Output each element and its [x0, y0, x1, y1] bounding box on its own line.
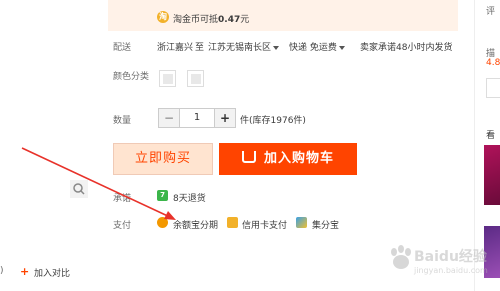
left-paren: ) — [0, 266, 4, 276]
color-option-2[interactable] — [187, 70, 204, 87]
swatch-thumb — [163, 74, 173, 84]
payment-label: 支付 — [113, 221, 132, 231]
search-icon — [73, 183, 85, 195]
payment-method-yuebao[interactable]: 余额宝分期 — [173, 218, 218, 231]
shipping-promise: 卖家承诺48小时内发货 — [360, 43, 453, 53]
shipping-fee-value: 免运费 — [309, 43, 337, 53]
shipping-origin: 浙江嘉兴 — [157, 43, 194, 53]
swatch-thumb — [191, 74, 201, 84]
yuebao-icon — [157, 217, 168, 228]
right-look-title: 看 — [486, 131, 496, 141]
quantity-label: 数量 — [113, 116, 132, 126]
plus-icon: + — [20, 265, 30, 278]
credit-card-icon — [227, 217, 238, 228]
quantity-input[interactable]: 1 — [179, 109, 215, 127]
chevron-down-icon — [338, 45, 345, 50]
watermark-text: Baidu经验 — [414, 249, 487, 265]
right-score: 4.8 — [486, 58, 500, 68]
add-compare-link[interactable]: 加入对比 — [34, 266, 70, 279]
baidu-watermark: Baidu经验 jingyan.baidu.com — [384, 242, 488, 286]
coin-amount: 0.47 — [218, 15, 241, 25]
color-option-1[interactable] — [159, 70, 176, 87]
right-top-text: 评 — [486, 7, 496, 17]
promise-text[interactable]: 8天退货 — [173, 191, 206, 204]
coin-text-suffix: 元 — [240, 15, 250, 25]
add-to-cart-label: 加入购物车 — [263, 151, 334, 166]
shipping-destination: 江苏无锡南长区 — [208, 43, 272, 53]
coin-text-prefix: 淘金币可抵 — [173, 15, 219, 25]
color-label: 颜色分类 — [113, 72, 150, 82]
watermark-sub: jingyan.baidu.com — [414, 266, 488, 275]
shipping-fee: 快递 免运费 — [289, 40, 345, 53]
promise-label: 承诺 — [113, 194, 132, 204]
coin-deduct-text: 淘金币可抵0.47元 — [173, 12, 249, 25]
payment-method-jifenbao[interactable]: 集分宝 — [312, 218, 339, 231]
cart-icon — [241, 151, 256, 163]
jifenbao-icon — [296, 217, 307, 228]
shipping-to: 至 — [195, 43, 205, 53]
return-7day-icon: 7 — [157, 190, 168, 201]
quantity-stepper: − 1 + — [158, 108, 236, 128]
payment-method-credit-card[interactable]: 信用卡支付 — [242, 218, 287, 231]
shipping-destination-select[interactable]: 江苏无锡南长区 — [208, 40, 280, 53]
buy-now-button[interactable]: 立即购买 — [113, 143, 213, 175]
quantity-decrease-button[interactable]: − — [159, 109, 179, 127]
shipping-label: 配送 — [113, 43, 132, 53]
quantity-increase-button[interactable]: + — [215, 109, 235, 127]
recommend-thumb-1[interactable] — [484, 145, 500, 205]
zoom-button[interactable] — [70, 180, 88, 198]
coin-icon: 淘 — [157, 11, 169, 23]
stock-text: 件(库存1976件) — [240, 116, 306, 126]
shipping-express: 快递 — [289, 43, 308, 53]
right-box[interactable] — [486, 78, 500, 98]
chevron-down-icon — [273, 45, 280, 50]
add-to-cart-button[interactable]: 加入购物车 — [219, 143, 357, 175]
